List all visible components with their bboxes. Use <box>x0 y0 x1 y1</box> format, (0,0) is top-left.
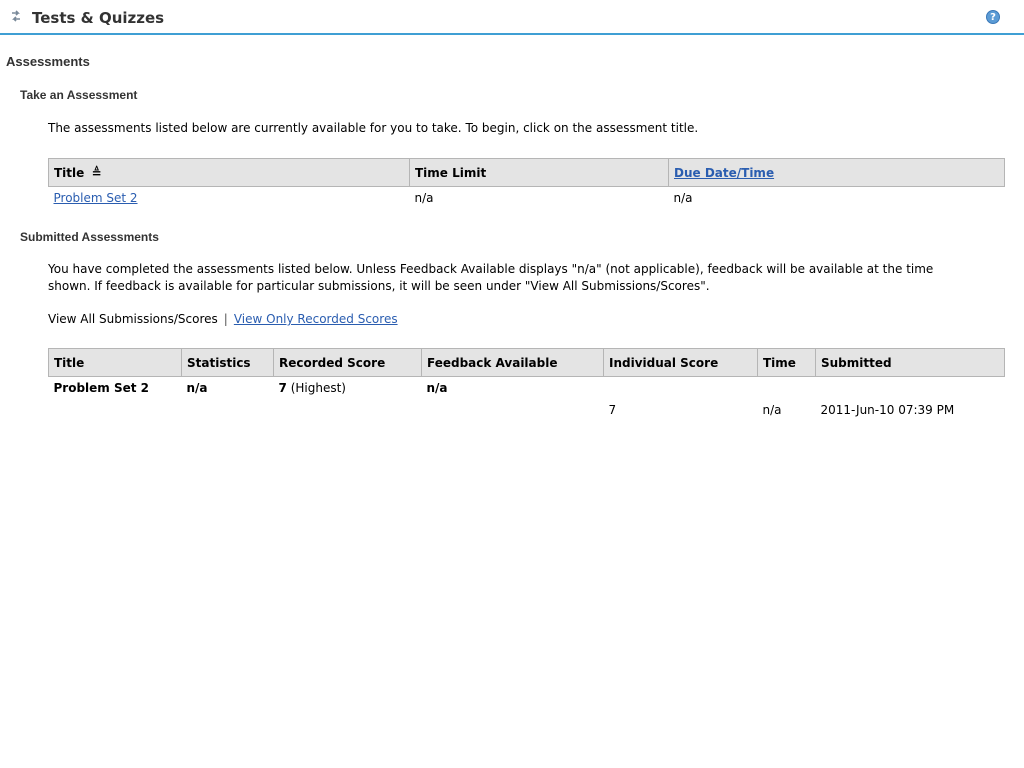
feedback-cell: n/a <box>426 381 448 395</box>
feedback-available-header: Feedback Available <box>421 348 604 377</box>
page-title: Assessments <box>6 54 90 69</box>
recorded-score-value: 7 <box>278 381 287 395</box>
submitted-assessments-table: Title Statistics Recorded Score Feedback… <box>48 348 1005 421</box>
assessment-title-link[interactable]: Problem Set 2 <box>54 191 138 205</box>
submitted-instructions: You have completed the assessments liste… <box>48 261 933 295</box>
recorded-score-note: (Highest) <box>290 381 346 395</box>
view-options: View All Submissions/Scores | View Only Re… <box>48 311 398 328</box>
title-column-header[interactable]: Title ≜ <box>48 158 410 187</box>
time-header: Time <box>757 348 816 377</box>
due-date-cell: n/a <box>673 191 693 205</box>
time-limit-cell: n/a <box>414 191 434 205</box>
refresh-arrows-icon[interactable] <box>10 9 22 23</box>
sort-ascending-icon[interactable]: ≜ <box>91 166 101 180</box>
submitted-instructions-line1: You have completed the assessments liste… <box>48 262 934 276</box>
due-date-column-header[interactable]: Due Date/Time <box>668 158 1005 187</box>
time-cell: n/a <box>762 403 782 417</box>
recorded-score-header: Recorded Score <box>273 348 422 377</box>
tool-title-bar: Tests & Quizzes ? <box>0 0 1024 35</box>
table-row: 7 n/a 2011-Jun-10 07:39 PM <box>49 399 1005 421</box>
submitted-date-cell: 2011-Jun-10 07:39 PM <box>820 403 955 417</box>
due-date-sort-link[interactable]: Due Date/Time <box>674 166 774 180</box>
submitted-header: Submitted <box>815 348 1005 377</box>
submitted-assessments-heading: Submitted Assessments <box>20 230 159 244</box>
take-assessment-heading: Take an Assessment <box>20 88 138 102</box>
individual-score-cell: 7 <box>608 403 617 417</box>
table-row: Problem Set 2 n/a 7 (Highest) n/a <box>49 377 1005 400</box>
view-separator: | <box>223 312 228 326</box>
submitted-title-header: Title <box>48 348 182 377</box>
view-recorded-scores-link[interactable]: View Only Recorded Scores <box>234 312 398 326</box>
individual-score-header: Individual Score <box>603 348 758 377</box>
table-row: Problem Set 2 n/a n/a <box>49 187 1005 210</box>
statistics-header: Statistics <box>181 348 274 377</box>
statistics-cell: n/a <box>186 381 208 395</box>
help-icon[interactable]: ? <box>986 10 1000 24</box>
recorded-score-cell: 7 (Highest) <box>274 377 422 400</box>
time-limit-column-header: Time Limit <box>409 158 669 187</box>
submitted-instructions-line2: shown. If feedback is available for part… <box>48 279 710 293</box>
submitted-assessment-title: Problem Set 2 <box>53 381 150 395</box>
tool-title: Tests & Quizzes <box>32 9 165 27</box>
title-header-label: Title <box>54 165 85 180</box>
take-instructions: The assessments listed below are current… <box>48 121 699 135</box>
view-all-submissions-label: View All Submissions/Scores <box>48 312 218 326</box>
available-assessments-table: Title ≜ Time Limit Due Date/Time Problem… <box>48 158 1005 209</box>
